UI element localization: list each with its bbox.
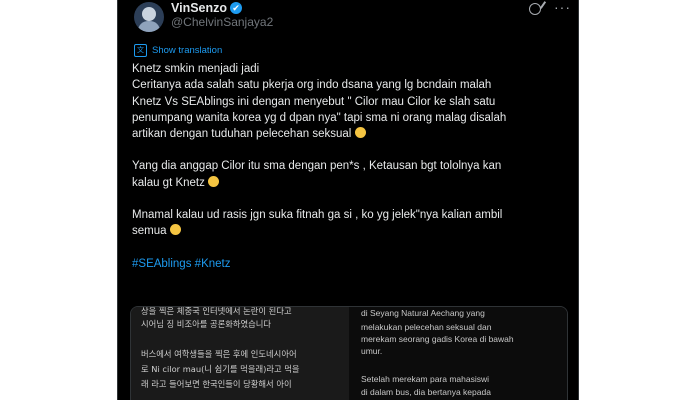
laughing-emoji-icon — [208, 175, 220, 187]
tweet-line-text: semua — [132, 225, 167, 238]
media-text-line: Setelah merekam para mahasiswi — [361, 374, 490, 384]
hashtag-row: #SEAblings #Knetz — [132, 256, 572, 272]
media-text-line: 상을 찍은 체중국 인터넷에서 논란이 된다고 — [141, 306, 292, 316]
hashtag-link[interactable]: #SEAblings — [132, 258, 191, 270]
grok-icon[interactable] — [529, 3, 541, 15]
media-text-line: 버스에서 여학생들을 찍은 후에 인도네시아어 — [141, 349, 297, 359]
tweet-line: penumpang wanita korea yg d dpan nya" ta… — [132, 111, 507, 124]
tweet-body: Knetz smkin menjadi jadi Ceritanya ada s… — [132, 61, 572, 272]
media-text-line: 래 라고 들어보면 한국인들이 당황해서 아이 — [141, 379, 292, 389]
media-attachment[interactable]: 상을 찍은 체중국 인터넷에서 논란이 된다고 시어님 징 비조아를 공론화하였… — [130, 306, 568, 400]
author-display-name[interactable]: VinSenzo — [171, 1, 227, 15]
avatar[interactable] — [134, 2, 164, 32]
media-image-korean[interactable]: 상을 찍은 체중국 인터넷에서 논란이 된다고 시어님 징 비조아를 공론화하였… — [131, 307, 349, 400]
media-text-line: 시어님 징 비조아를 공론화하였습니다 — [141, 319, 272, 329]
avatar-face — [142, 7, 156, 21]
media-image-indonesian[interactable]: di Seyang Natural Aechang yang melakukan… — [349, 307, 567, 400]
tweet-line-text: kalau gt Knetz — [132, 176, 205, 189]
media-text-line: umur. — [361, 346, 383, 356]
tweet-line: Yang dia anggap Cilor itu sma dengan pen… — [132, 160, 502, 173]
tweet-line: kalau gt Knetz — [132, 175, 572, 191]
media-text-line: di dalam bus, dia bertanya kepada — [361, 387, 491, 397]
tweet-line: Knetz Vs SEAblings ini dengan menyebut "… — [132, 95, 496, 108]
tweet-line: Knetz smkin menjadi jadi — [132, 63, 260, 75]
tweet-line: Mnamal kalau ud rasis jgn suka fitnah ga… — [132, 209, 503, 222]
verified-badge-icon: ✔ — [230, 2, 242, 14]
media-text-line: melakukan pelecehan seksual dan — [361, 322, 492, 332]
tweet-line: semua — [132, 223, 572, 239]
avatar-body — [138, 21, 160, 32]
tweet-line: Ceritanya ada salah satu pkerja org indo… — [132, 79, 492, 92]
media-text-line: merekam seorang gadis Korea di bawah — [361, 334, 514, 344]
show-translation-link[interactable]: Show translation — [152, 45, 222, 56]
media-text-line: 로 Ni cilor mau(니 쉽기를 먹을래)라고 먹을 — [141, 364, 300, 374]
translate-icon: 文 — [134, 43, 147, 57]
hashtag-link[interactable]: #Knetz — [195, 258, 231, 270]
tweet-card: VinSenzo ✔ @ChelvinSanjaya2 ··· 文 Show t… — [117, 0, 579, 400]
tweet-line: artikan dengan tuduhan pelecehan seksual — [132, 126, 572, 142]
media-text-line: di Seyang Natural Aechang yang — [361, 308, 485, 318]
laughing-emoji-icon — [169, 224, 181, 236]
translation-row[interactable]: 文 Show translation — [134, 43, 222, 57]
rofl-emoji-icon — [354, 127, 366, 139]
tweet-line-text: artikan dengan tuduhan pelecehan seksual — [132, 128, 352, 141]
author-handle[interactable]: @ChelvinSanjaya2 — [171, 15, 273, 29]
more-options-icon[interactable]: ··· — [554, 0, 571, 15]
